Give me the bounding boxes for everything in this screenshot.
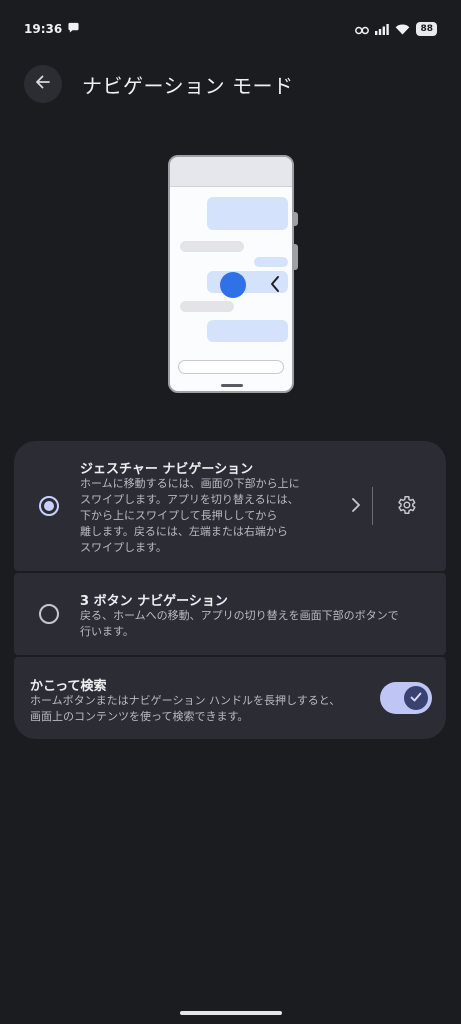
status-bar: 19:36 88	[0, 0, 461, 58]
circle-to-search-toggle[interactable]	[380, 682, 432, 714]
vertical-divider	[372, 487, 373, 525]
check-icon	[409, 689, 423, 708]
circle-to-search-row[interactable]: かこって検索 ホームボタンまたはナビゲーション ハンドルを長押しすると、 画面上…	[14, 657, 446, 739]
battery-icon: 88	[416, 22, 437, 36]
illustration-message	[254, 257, 288, 267]
status-time: 19:36	[24, 22, 63, 36]
description-line: スワイプします。	[80, 541, 167, 554]
description-line: 戻る、ホームへの移動、アプリの切り替えを画面下部のボタンで	[80, 609, 399, 622]
three-button-navigation-radio[interactable]	[39, 604, 59, 624]
page-title: ナビゲーション モード	[82, 73, 294, 98]
three-button-navigation-description: 戻る、ホームへの移動、アプリの切り替えを画面下部のボタンで 行います。	[80, 608, 399, 640]
phone-illustration-button	[294, 244, 298, 270]
gesture-navigation-radio[interactable]	[39, 496, 59, 516]
toggle-knob	[404, 686, 428, 710]
arrow-left-icon	[34, 73, 52, 95]
chat-icon	[68, 22, 79, 36]
signal-icon	[375, 20, 390, 39]
link-icon	[355, 20, 370, 39]
description-line: ホームボタンまたはナビゲーション ハンドルを長押しすると、	[30, 694, 341, 707]
gesture-navigation-title: ジェスチャー ナビゲーション	[80, 462, 254, 477]
illustration-message	[180, 301, 234, 312]
description-line: 下から上にスワイプして長押ししてから	[80, 509, 278, 522]
description-line: 行います。	[80, 625, 134, 638]
back-button[interactable]	[24, 65, 62, 103]
description-line: 離します。戻るには、左端または右端から	[80, 525, 288, 538]
description-line: ホームに移動するには、画面の下部から上に	[80, 477, 300, 490]
phone-illustration	[168, 155, 294, 393]
gesture-navigation-option[interactable]: ジェスチャー ナビゲーション ホームに移動するには、画面の下部から上に スワイプ…	[14, 441, 446, 571]
circle-to-search-title: かこって検索	[30, 679, 107, 694]
status-left: 19:36	[24, 22, 79, 36]
home-indicator[interactable]	[180, 1011, 282, 1015]
illustration-message	[207, 197, 288, 230]
header: ナビゲーション モード	[24, 64, 293, 104]
illustration-nav-handle	[221, 384, 243, 387]
chevron-left-icon	[269, 275, 281, 297]
circle-to-search-description: ホームボタンまたはナビゲーション ハンドルを長押しすると、 画面上のコンテンツを…	[30, 693, 340, 725]
wifi-icon	[395, 20, 410, 39]
description-line: スワイプします。アプリを切り替えるには、	[80, 493, 299, 506]
description-line: 画面上のコンテンツを使って検索できます。	[30, 710, 249, 723]
illustration-message	[180, 241, 244, 252]
chevron-right-icon[interactable]	[350, 496, 362, 518]
three-button-navigation-title: 3 ボタン ナビゲーション	[80, 594, 228, 609]
status-right: 88	[355, 20, 437, 39]
illustration-input-bar	[178, 360, 284, 374]
illustration-touch-dot	[220, 272, 246, 298]
gear-icon[interactable]	[395, 494, 417, 520]
three-button-navigation-option[interactable]: 3 ボタン ナビゲーション 戻る、ホームへの移動、アプリの切り替えを画面下部のボ…	[14, 573, 446, 655]
phone-illustration-statusbar	[170, 157, 292, 187]
illustration-message	[207, 320, 288, 342]
gesture-navigation-description: ホームに移動するには、画面の下部から上に スワイプします。アプリを切り替えるには…	[80, 476, 300, 556]
phone-illustration-button	[294, 212, 298, 226]
